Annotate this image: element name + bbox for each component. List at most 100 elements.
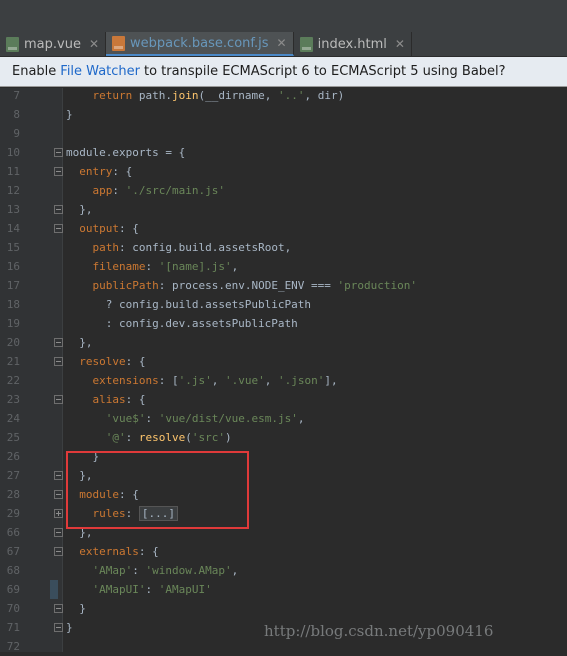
code-token: : config.dev.assetsPublicPath: [66, 317, 298, 330]
close-icon[interactable]: ✕: [89, 37, 99, 51]
code-line[interactable]: 10 module.exports = {: [0, 143, 567, 162]
tab-index-html[interactable]: index.html ✕: [294, 32, 412, 56]
close-icon[interactable]: ✕: [395, 37, 405, 51]
fold-collapse-icon[interactable]: [54, 338, 63, 347]
code-token: :: [132, 564, 146, 577]
code-token: (__dirname,: [198, 89, 278, 102]
fold-collapse-icon[interactable]: [54, 224, 63, 233]
code-text: }: [66, 105, 73, 124]
fold-collapse-icon[interactable]: [54, 623, 63, 632]
code-token: alias: [92, 393, 126, 406]
code-text: publicPath: process.env.NODE_ENV === 'pr…: [66, 276, 418, 295]
code-token: publicPath: [92, 279, 159, 292]
code-token: (: [185, 431, 192, 444]
file-watcher-notification: Enable File Watcher to transpile ECMAScr…: [0, 57, 567, 87]
code-line[interactable]: 23 alias: {: [0, 390, 567, 409]
code-line[interactable]: 12 app: './src/main.js': [0, 181, 567, 200]
code-line[interactable]: 25 '@': resolve('src'): [0, 428, 567, 447]
line-number: 19: [6, 317, 20, 330]
code-line[interactable]: 21 resolve: {: [0, 352, 567, 371]
code-line[interactable]: 17 publicPath: process.env.NODE_ENV === …: [0, 276, 567, 295]
code-line[interactable]: 14 output: {: [0, 219, 567, 238]
line-number: 23: [6, 393, 20, 406]
code-token: resolve: [79, 355, 126, 368]
tab-label: index.html: [317, 36, 387, 52]
close-icon[interactable]: ✕: [277, 36, 287, 50]
tab-webpack-base-conf-js[interactable]: webpack.base.conf.js ✕: [106, 32, 294, 56]
code-line[interactable]: 16 filename: '[name].js',: [0, 257, 567, 276]
code-token: : {: [138, 545, 159, 558]
code-token: path: [92, 241, 120, 254]
line-number: 12: [6, 184, 20, 197]
fold-collapse-icon[interactable]: [54, 471, 63, 480]
code-line[interactable]: 22 extensions: ['.js', '.vue', '.json'],: [0, 371, 567, 390]
line-number: 9: [13, 127, 20, 140]
line-number: 11: [6, 165, 20, 178]
code-token: ? config.build.assetsPublicPath: [66, 298, 312, 311]
code-line[interactable]: 19 : config.dev.assetsPublicPath: [0, 314, 567, 333]
code-token: : {: [112, 165, 133, 178]
line-number: 69: [6, 583, 20, 596]
fold-collapse-icon[interactable]: [54, 148, 63, 157]
code-token: 'src': [191, 431, 225, 444]
fold-collapse-icon[interactable]: [54, 167, 63, 176]
code-text: : config.dev.assetsPublicPath: [66, 314, 298, 333]
code-token: module.exports = {: [66, 146, 186, 159]
line-number: 14: [6, 222, 20, 235]
file-watcher-link[interactable]: File Watcher: [60, 64, 140, 79]
code-text: entry: {: [66, 162, 132, 181]
fold-collapse-icon[interactable]: [54, 490, 63, 499]
tab-label: map.vue: [24, 36, 81, 52]
code-token: : [: [158, 374, 179, 387]
line-number: 20: [6, 336, 20, 349]
fold-expand-icon[interactable]: [54, 509, 63, 518]
code-token: :: [145, 583, 159, 596]
code-token: '..': [277, 89, 305, 102]
fold-collapse-icon[interactable]: [54, 357, 63, 366]
line-number: 27: [6, 469, 20, 482]
code-line[interactable]: 69 'AMapUI': 'AMapUI': [0, 580, 567, 599]
fold-collapse-icon[interactable]: [54, 604, 63, 613]
code-token: ],: [324, 374, 338, 387]
code-token: ,: [231, 260, 239, 273]
fold-collapse-icon[interactable]: [54, 528, 63, 537]
fold-collapse-icon[interactable]: [54, 395, 63, 404]
code-token: :: [145, 412, 159, 425]
code-line[interactable]: 70 }: [0, 599, 567, 618]
code-token: :: [145, 260, 159, 273]
line-number: 29: [6, 507, 20, 520]
code-line[interactable]: 20 },: [0, 333, 567, 352]
code-text: filename: '[name].js',: [66, 257, 239, 276]
code-editor[interactable]: 7 return path.join(__dirname, '..', dir)…: [0, 86, 567, 653]
code-line[interactable]: 67 externals: {: [0, 542, 567, 561]
code-text: resolve: {: [66, 352, 145, 371]
code-line[interactable]: 68 'AMap': 'window.AMap',: [0, 561, 567, 580]
banner-suffix: to transpile ECMAScript 6 to ECMAScript …: [143, 64, 506, 79]
editor-tab-bar: map.vue ✕ webpack.base.conf.js ✕ index.h…: [0, 30, 567, 57]
code-line[interactable]: 24 'vue$': 'vue/dist/vue.esm.js',: [0, 409, 567, 428]
code-line[interactable]: 7 return path.join(__dirname, '..', dir): [0, 86, 567, 105]
code-token: ,: [211, 374, 225, 387]
code-token: '.vue': [224, 374, 265, 387]
fold-collapse-icon[interactable]: [54, 205, 63, 214]
code-token: 'AMapUI': [158, 583, 212, 596]
code-line[interactable]: 11 entry: {: [0, 162, 567, 181]
fold-collapse-icon[interactable]: [54, 547, 63, 556]
code-text: extensions: ['.js', '.vue', '.json'],: [66, 371, 338, 390]
line-number: 15: [6, 241, 20, 254]
tab-map-vue[interactable]: map.vue ✕: [0, 32, 107, 56]
code-token: : process.env.NODE_ENV ===: [158, 279, 338, 292]
code-text: },: [66, 200, 92, 219]
code-token: ,: [297, 412, 305, 425]
code-text: alias: {: [66, 390, 146, 409]
code-line[interactable]: 9: [0, 124, 567, 143]
code-line[interactable]: 8}: [0, 105, 567, 124]
code-text: }: [66, 599, 86, 618]
code-line[interactable]: 15 path: config.build.assetsRoot,: [0, 238, 567, 257]
code-line[interactable]: 18 ? config.build.assetsPublicPath: [0, 295, 567, 314]
code-line[interactable]: 13 },: [0, 200, 567, 219]
